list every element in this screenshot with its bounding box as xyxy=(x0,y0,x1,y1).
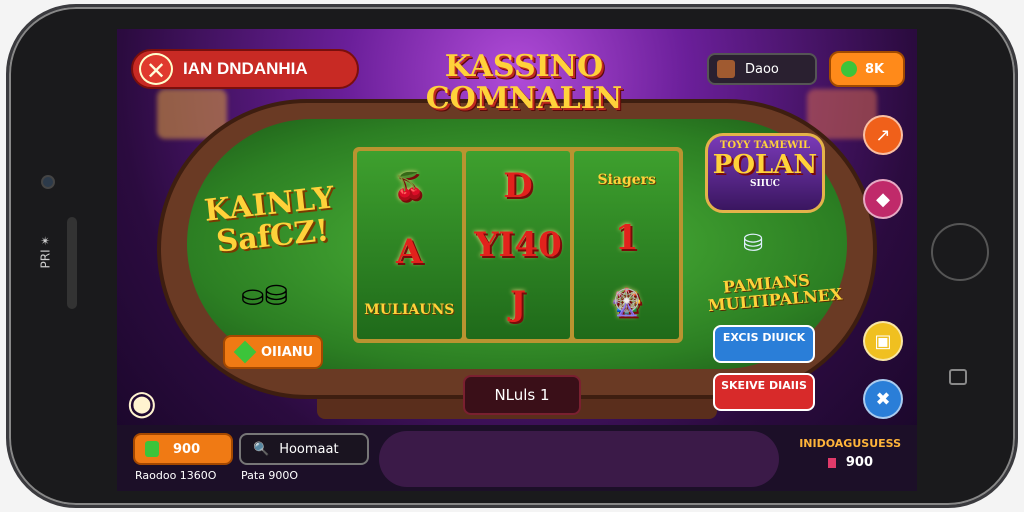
top-coins-button[interactable]: 8K xyxy=(829,51,905,87)
game-badge[interactable]: TOYY TAMEWIL POLAN SIIUC xyxy=(705,133,825,213)
game-title: KASSINO COMNALIN xyxy=(409,51,639,115)
dice-icon xyxy=(827,457,836,468)
reel-symbol: J xyxy=(509,283,527,324)
chart-icon[interactable]: ↗ xyxy=(863,115,903,155)
title-line-2: COMNALIN xyxy=(425,81,623,116)
reel-2: D YI40 J xyxy=(465,151,571,339)
recent-apps-button[interactable] xyxy=(949,369,967,385)
reel-symbol: 1 xyxy=(614,218,639,258)
title-line-1: KASSINO xyxy=(444,49,604,84)
coin-icon xyxy=(841,61,857,77)
trophy-icon[interactable]: ▣ xyxy=(863,321,903,361)
reel-3: Siagers 1 🎡 xyxy=(574,151,680,339)
bottom-pill xyxy=(379,431,779,487)
caption-mid: Pata 900O xyxy=(241,469,299,482)
reel-symbol: Siagers xyxy=(597,172,656,188)
right-stat: 900 xyxy=(827,455,873,470)
red-action-button[interactable]: SKEIVE DIAIIS xyxy=(713,373,815,411)
top-left-label: IAN DNDANHIA xyxy=(183,59,308,78)
avatar-icon xyxy=(717,60,735,78)
phone-left-bezel: PRІ ✴ xyxy=(9,7,119,505)
phone-frame: PRІ ✴ KASSINO COMNALIN ✕ IAN DNDANHIA Da… xyxy=(6,4,1018,508)
right-stat-label: INIDOAGUSUESS xyxy=(799,437,901,450)
center-status-label: NLuls 1 xyxy=(463,375,581,415)
diamond-icon xyxy=(233,340,257,364)
blue-action-button[interactable]: EXCIS DIUICK xyxy=(713,325,815,363)
game-screen: KASSINO COMNALIN ✕ IAN DNDANHIA Daoo 8K … xyxy=(117,29,917,491)
top-left-bar[interactable]: ✕ IAN DNDANHIA xyxy=(131,49,359,89)
wallet-icon xyxy=(145,441,159,457)
balance-label: 900 xyxy=(173,441,201,457)
poker-chips-icon: ⛀⛁ xyxy=(241,279,288,312)
balance-button[interactable]: 900 xyxy=(133,433,233,465)
gem-icon[interactable]: ◆ xyxy=(863,179,903,219)
bezel-text: PRІ ✴ xyxy=(38,235,53,269)
reel-symbol: MULIAUNS xyxy=(364,302,455,318)
search-icon: 🔍 xyxy=(253,441,270,457)
settings-icon[interactable]: ✖ xyxy=(863,379,903,419)
close-icon[interactable]: ✕ xyxy=(139,53,173,85)
left-action-label: OIIANU xyxy=(261,344,314,360)
reel-symbol: D xyxy=(503,166,533,207)
reel-1: 🍒 A MULIAUNS xyxy=(357,151,462,339)
badge-sub-text: SIIUC xyxy=(750,179,780,189)
home-button[interactable] xyxy=(931,223,989,281)
right-stat-value: 900 xyxy=(845,455,873,470)
caption-left: Raodoo 1360O xyxy=(135,469,217,482)
left-banner: KAINLY SafCZ! xyxy=(202,180,336,260)
top-coins-label: 8K xyxy=(865,61,885,77)
badge-main-text: POLAN xyxy=(712,150,818,180)
camera-icon xyxy=(41,175,55,189)
reel-symbol: 🎡 xyxy=(610,288,643,318)
search-label: Hoomaat xyxy=(279,441,339,457)
chip-stack-icon: ⛁ xyxy=(743,229,764,257)
account-button[interactable]: Daoo xyxy=(707,53,817,85)
reel-frame: 🍒 A MULIAUNS D YI40 J Siagers 1 🎡 xyxy=(353,147,683,343)
reel-symbol: YI40 xyxy=(474,224,562,265)
reel-symbol: 🍒 xyxy=(393,172,426,202)
reel-symbol: A xyxy=(396,232,423,272)
left-action-button[interactable]: OIIANU xyxy=(223,335,323,369)
speaker-grille xyxy=(67,217,77,309)
search-button[interactable]: 🔍 Hoomaat xyxy=(239,433,369,465)
bottom-bar: 900 🔍 Hoomaat Raodoo 1360O Pata 900O INI… xyxy=(117,425,917,491)
account-label: Daoo xyxy=(745,61,779,77)
chip-icon: ◉ xyxy=(127,383,157,423)
